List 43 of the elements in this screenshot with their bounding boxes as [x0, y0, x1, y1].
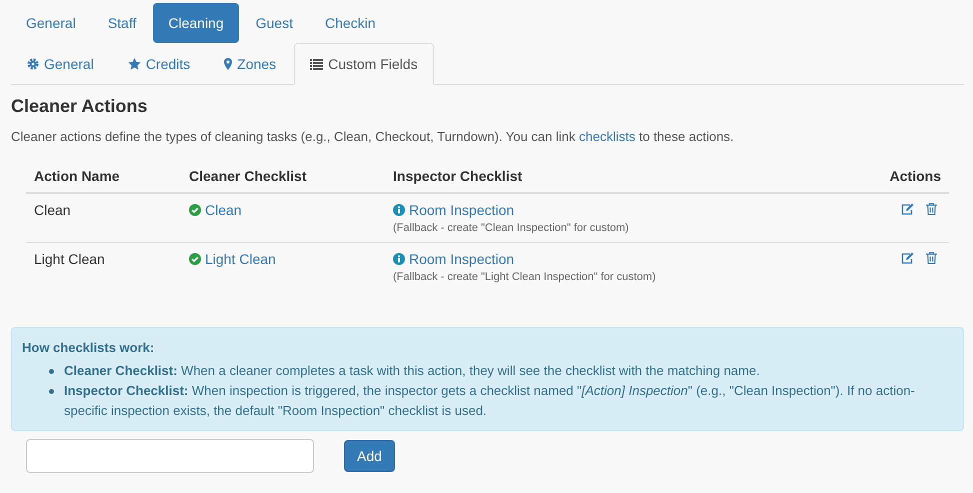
star-icon [128, 58, 141, 70]
edit-icon [901, 252, 914, 264]
check-circle-icon [189, 253, 201, 265]
check-circle-icon [189, 204, 201, 216]
column-header: Cleaner Checklist [189, 168, 306, 184]
checklist-link[interactable]: Light Clean [189, 251, 276, 267]
gear-icon [27, 58, 39, 70]
tab[interactable]: Zones [208, 43, 292, 85]
add-button[interactable]: Add [344, 440, 395, 472]
fallback-note: (Fallback - create "Clean Inspection" for custom) [393, 222, 630, 234]
column-header: Inspector Checklist [393, 168, 522, 184]
intro-text: Cleaner actions define the types of cleaning tasks (e.g., Clean, Checkout, Turndown). You can link checklists to these actions. [11, 129, 735, 144]
tab[interactable]: Custom Fields [294, 43, 434, 85]
info-title: How checklists work: [22, 340, 156, 355]
column-header: Action Name [34, 168, 120, 184]
tab[interactable]: Checkin [310, 3, 391, 43]
trash-icon [926, 203, 937, 215]
checklist-link[interactable]: Room Inspection [393, 251, 514, 267]
action-name: Clean [34, 202, 71, 218]
fallback-note: (Fallback - create "Light Clean Inspection" for custom) [393, 271, 657, 283]
trash-icon [926, 252, 937, 264]
checklists-link[interactable]: checklists [579, 129, 636, 144]
bullet [49, 389, 54, 394]
edit-icon [901, 203, 914, 215]
tab[interactable]: Guest [240, 3, 308, 43]
info-icon [393, 253, 405, 265]
checklist-link[interactable]: Clean [189, 202, 242, 218]
tab[interactable]: General [11, 43, 110, 85]
info-item: Cleaner Checklist: When a cleaner completes a task with this action, they will see the checklist with the matching name. [64, 362, 760, 380]
info-icon [393, 204, 405, 216]
tab[interactable]: Staff [92, 3, 152, 43]
tab[interactable]: Cleaning [153, 3, 239, 43]
tab[interactable]: General [11, 3, 91, 43]
action-name: Light Clean [34, 251, 105, 267]
action-name-input[interactable] [26, 439, 314, 473]
list-icon [310, 58, 324, 70]
section-heading: Cleaner Actions [11, 96, 148, 117]
info-item: Inspector Checklist: When inspection is triggered, the inspector gets a checklist named "[Action] Inspection" (e.g., "Clean Inspection"). If no action-specific inspection exists, the default "Room Inspection" checklist is used. [64, 382, 916, 420]
bullet [49, 369, 54, 374]
map-pin-icon [224, 58, 232, 70]
column-header: Actions [890, 168, 941, 184]
checklist-link[interactable]: Room Inspection [393, 202, 514, 218]
tab[interactable]: Credits [112, 43, 206, 85]
